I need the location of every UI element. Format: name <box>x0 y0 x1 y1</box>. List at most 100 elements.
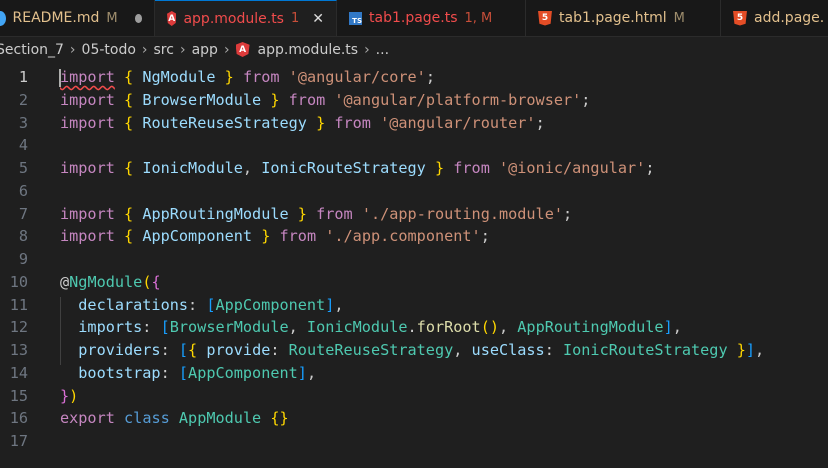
code-line[interactable]: 1 import { NgModule } from '@angular/core… <box>0 66 828 89</box>
code-line[interactable]: 6 <box>0 180 828 203</box>
code-line[interactable]: 12 imports: [BrowserModule, IonicModule.… <box>0 316 828 339</box>
code-line[interactable]: 2 import { BrowserModule } from '@angular… <box>0 89 828 112</box>
tab-status-badge: 1 <box>290 11 300 26</box>
code-line[interactable]: 3 import { RouteReuseStrategy } from '@an… <box>0 112 828 135</box>
tab-status-badge: M <box>106 10 118 26</box>
code-token: ; <box>535 113 545 132</box>
code-line[interactable]: 4 <box>0 134 828 157</box>
breadcrumb-item[interactable]: app.module.ts <box>258 42 359 58</box>
code-token: bootstrap <box>60 363 161 382</box>
code-token: . <box>407 318 417 337</box>
code-token: : <box>142 318 161 337</box>
line-number: 4 <box>18 136 28 155</box>
tab-tab1-page-ts[interactable]: TS tab1.page.ts 1, M <box>337 0 526 36</box>
tab-add-page-[interactable]: 5 add.page. <box>721 0 828 36</box>
code-line[interactable]: 9 <box>0 248 828 271</box>
code-token: { <box>124 90 134 109</box>
line-number: 13 <box>9 341 28 359</box>
code-token: '@angular/core' <box>288 68 426 86</box>
code-token: { <box>124 113 134 132</box>
code-token: from <box>334 113 371 132</box>
code-token: { <box>151 272 161 291</box>
code-token: ; <box>563 204 573 223</box>
code-line[interactable]: 15}) <box>0 385 828 408</box>
code-token: from <box>279 227 317 246</box>
code-text: @NgModule({ <box>60 271 161 294</box>
code-token: from <box>453 159 490 177</box>
code-token: from <box>242 68 280 86</box>
code-token: AppComponent <box>188 363 298 382</box>
code-token: ; <box>480 227 490 246</box>
code-token: import <box>60 68 115 86</box>
code-token: ] <box>297 363 307 382</box>
code-line[interactable]: 7 import { AppRoutingModule } from './app… <box>0 203 828 226</box>
code-token: , <box>453 341 472 359</box>
code-token: AppRoutingModule <box>517 318 664 337</box>
code-token: ; <box>425 68 435 86</box>
code-line[interactable]: 11 declarations: [AppComponent], <box>0 294 828 317</box>
code-token: class <box>124 409 170 428</box>
code-line[interactable]: 16 export class AppModule {} <box>0 407 828 430</box>
line-number: 11 <box>9 295 28 314</box>
code-token: : <box>544 341 563 359</box>
breadcrumb-item[interactable]: 05-todo <box>82 42 136 58</box>
code-token: from <box>316 204 353 223</box>
code-token: '@ionic/angular' <box>499 159 646 177</box>
code-line[interactable]: 17 <box>0 430 828 453</box>
markdown-icon <box>0 10 6 26</box>
line-number: 14 <box>9 363 28 382</box>
code-text: import { IonicModule, IonicRouteStrategy… <box>60 157 654 180</box>
code-token: [ <box>178 341 189 359</box>
tab-tab1-page-html[interactable]: 5 tab1.page.html M <box>526 0 721 36</box>
code-text: imports: [BrowserModule, IonicModule.for… <box>60 316 682 339</box>
line-number: 1 <box>18 68 28 86</box>
tab-bar: README.md M Aapp.module.ts 1 ✕ TS tab1.page.ts… <box>0 0 828 37</box>
text-cursor <box>59 69 61 87</box>
code-line[interactable]: 5 import { IonicModule, IonicRouteStrateg… <box>0 157 828 180</box>
code-line[interactable]: 14 bootstrap: [AppComponent], <box>0 362 828 385</box>
code-token: BrowserModule <box>133 90 271 109</box>
code-text: providers: [{ provide: RouteReuseStrateg… <box>60 339 764 362</box>
code-token: } <box>316 113 326 132</box>
close-icon[interactable]: ✕ <box>312 11 324 27</box>
code-token: from <box>288 90 326 109</box>
code-token: NgModule <box>133 68 225 86</box>
code-token: } <box>297 204 307 223</box>
tab-label: README.md <box>12 10 100 26</box>
unsaved-dot-icon[interactable] <box>134 13 142 23</box>
code-token: } <box>270 90 280 109</box>
code-token: declarations <box>60 295 189 314</box>
code-token: , <box>306 363 317 382</box>
code-token: AppModule <box>178 409 262 428</box>
tab-label: tab1.page.html <box>559 10 667 26</box>
breadcrumb-item[interactable]: ... <box>376 42 389 58</box>
tab-status-badge: 1, M <box>464 10 493 26</box>
code-token: ) <box>69 386 79 405</box>
angular-icon: A <box>235 42 250 57</box>
tab-status-badge: M <box>673 10 685 26</box>
code-line[interactable]: 13 providers: [{ provide: RouteReuseStra… <box>0 339 828 362</box>
code-token: AppComponent <box>133 227 262 246</box>
tab-app-module-ts[interactable]: Aapp.module.ts 1 ✕ <box>155 0 337 36</box>
chevron-right-icon: › <box>179 41 186 58</box>
code-editor[interactable]: 1 import { NgModule } from '@angular/core… <box>0 66 828 453</box>
code-token: import <box>60 227 115 246</box>
code-text: bootstrap: [AppComponent], <box>60 362 316 385</box>
code-line[interactable]: 8 import { AppComponent } from './app.com… <box>0 225 828 248</box>
breadcrumb-item[interactable]: app <box>192 42 218 58</box>
breadcrumb-item[interactable]: src <box>154 42 174 58</box>
tab-readme-md[interactable]: README.md M <box>0 0 155 36</box>
line-number: 8 <box>18 227 28 246</box>
code-line[interactable]: 10 @NgModule({ <box>0 271 828 294</box>
code-token: useClass <box>471 341 545 359</box>
code-token: , <box>242 159 262 177</box>
chevron-right-icon: › <box>364 41 370 58</box>
code-token: IonicRouteStrategy <box>563 341 737 359</box>
code-token: provide <box>197 341 271 359</box>
line-number: 2 <box>18 90 28 109</box>
breadcrumb-item[interactable]: Section_7 <box>0 42 64 58</box>
